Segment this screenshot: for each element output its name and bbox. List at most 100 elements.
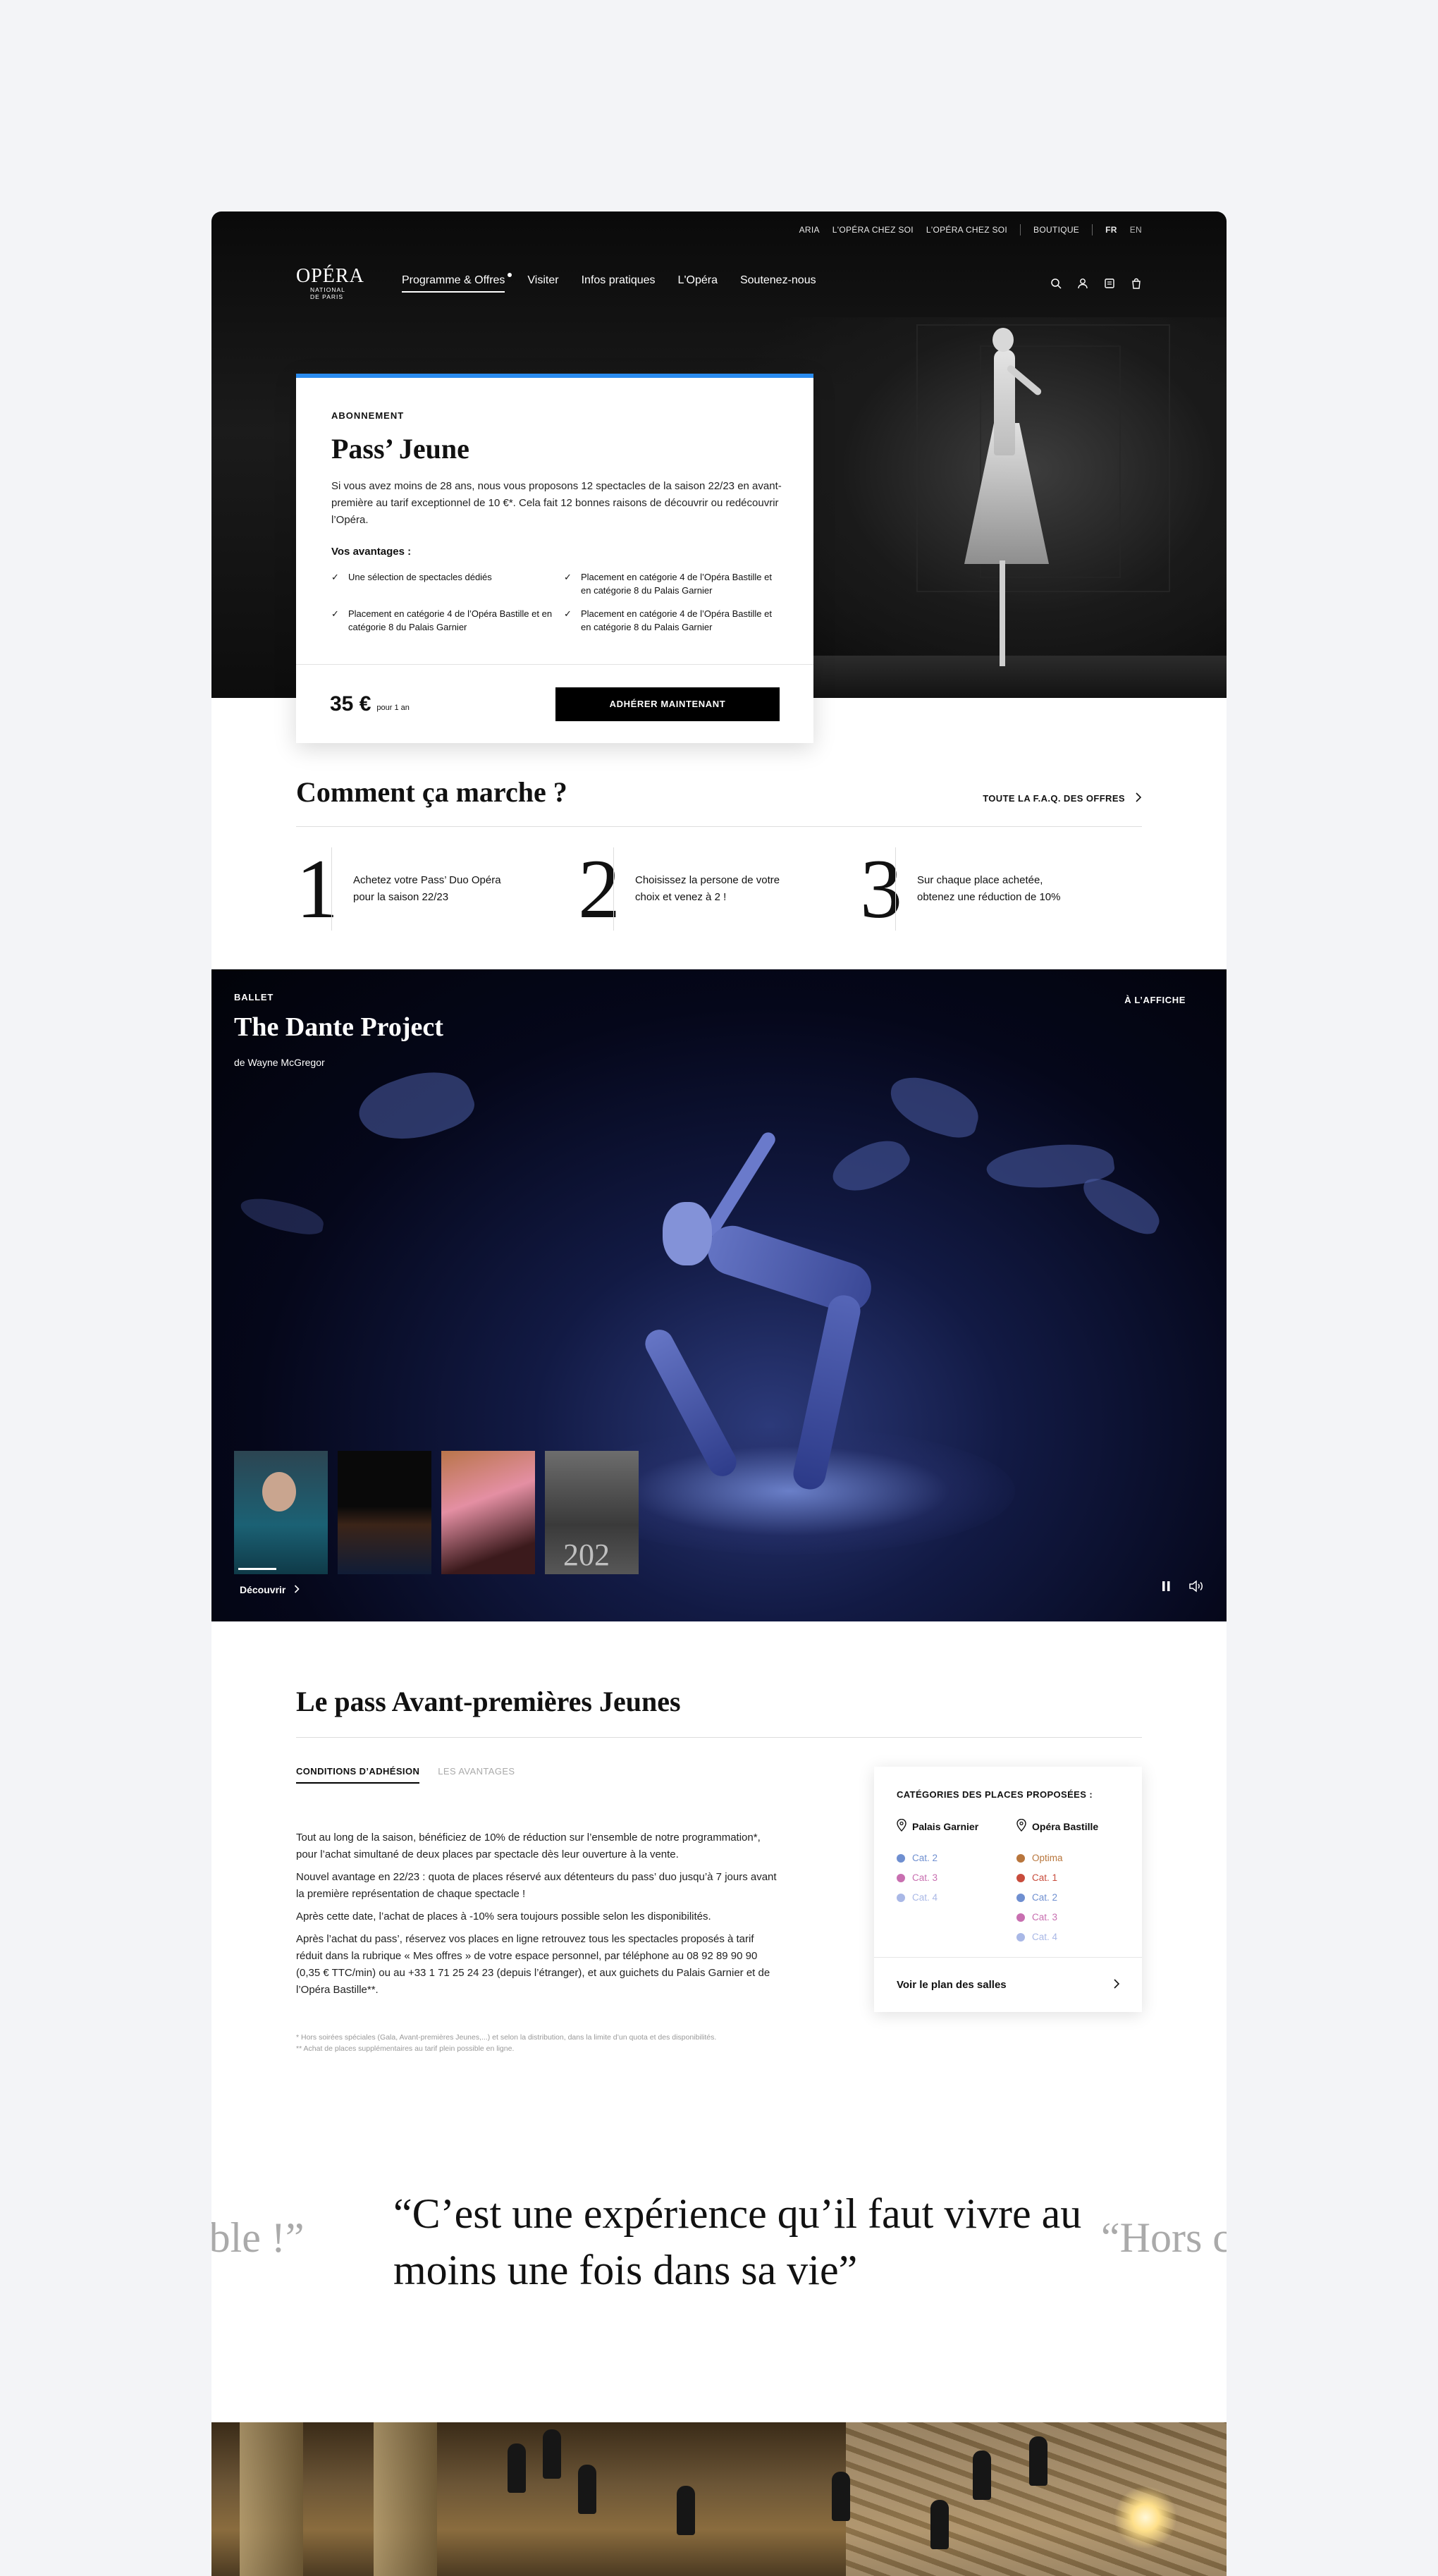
faq-link[interactable]: TOUTE LA F.A.Q. DES OFFRES <box>983 792 1142 804</box>
thumbnail-progress <box>238 1568 277 1570</box>
advantage-item: ✓ Placement en catégorie 4 de l’Opéra Ba… <box>564 570 782 597</box>
utility-link-opera-chez-soi-2[interactable]: L'OPÉRA CHEZ SOI <box>926 225 1007 235</box>
utility-divider <box>1092 224 1093 235</box>
avant-premieres-section: Le pass Avant-premières Jeunes CONDITION… <box>296 1685 1142 2053</box>
pause-icon[interactable] <box>1160 1580 1172 1596</box>
conditions-text: Tout au long de la saison, bénéficiez de… <box>296 1829 782 2004</box>
column <box>374 2422 437 2576</box>
step-divider <box>613 847 614 931</box>
venue-opera-bastille: Opéra Bastille <box>1016 1818 1099 1834</box>
category-label: Cat. 1 <box>1032 1872 1058 1883</box>
visitor <box>930 2500 949 2549</box>
ticket-icon[interactable] <box>1104 278 1115 289</box>
opera-logo[interactable]: OPÉRA NATIONAL DE PARIS <box>296 265 369 301</box>
a-l-affiche-badge[interactable]: À L’AFFICHE <box>1124 995 1186 1005</box>
utility-link-boutique[interactable]: BOUTIQUE <box>1033 225 1079 235</box>
check-icon: ✓ <box>564 608 572 619</box>
advantage-text: Une sélection de spectacles dédiés <box>348 572 492 582</box>
category-item: Cat. 4 <box>1016 1927 1063 1947</box>
step-text: Choisissez la persone de votre choix et … <box>635 874 780 903</box>
category-label: Cat. 3 <box>912 1872 938 1883</box>
category-label: Cat. 2 <box>912 1853 938 1863</box>
pass-description: Si vous avez moins de 28 ans, nous vous … <box>331 480 782 526</box>
paragraph: Après cette date, l’achat de places à -1… <box>296 1910 711 1922</box>
advantage-item: ✓ Placement en catégorie 4 de l’Opéra Ba… <box>331 607 564 634</box>
backdrop-shape <box>1075 1171 1167 1240</box>
paragraph: Après l’achat du pass’, réservez vos pla… <box>296 1933 770 1996</box>
utility-link-opera-chez-soi[interactable]: L'OPÉRA CHEZ SOI <box>832 225 914 235</box>
category-list-bastille: Optima Cat. 1 Cat. 2 Cat. 3 Cat. 4 <box>1016 1848 1063 1947</box>
paragraph: Tout au long de la saison, bénéficiez de… <box>296 1832 761 1860</box>
pass-jeune-card: ABONNEMENT Pass’ Jeune Si vous avez moin… <box>296 374 813 743</box>
avant-premieres-title: Le pass Avant-premières Jeunes <box>296 1686 681 1717</box>
nav-programme-offres[interactable]: Programme & Offres <box>402 273 512 293</box>
lang-fr[interactable]: FR <box>1105 225 1117 235</box>
advantage-item: ✓ Placement en catégorie 4 de l’Opéra Ba… <box>564 607 782 634</box>
video-subtitle: de Wayne McGregor <box>234 1057 325 1068</box>
category-label: Cat. 4 <box>1032 1932 1058 1942</box>
chevron-right-icon <box>294 1584 300 1595</box>
video-controls <box>1160 1580 1204 1596</box>
video-thumbnails: 202 <box>234 1451 639 1574</box>
current-quote: “C’est une expérience qu’il faut vivre a… <box>393 2190 1082 2293</box>
volume-icon[interactable] <box>1188 1580 1204 1596</box>
utility-link-aria[interactable]: ARIA <box>799 225 820 235</box>
step-number: 2 <box>578 842 620 936</box>
visitor <box>677 2486 695 2535</box>
step-number: 1 <box>296 842 338 936</box>
video-thumbnail[interactable] <box>338 1451 431 1574</box>
adherer-button[interactable]: ADHÉRER MAINTENANT <box>555 687 780 721</box>
video-thumbnail[interactable] <box>234 1451 328 1574</box>
step-text: Achetez votre Pass’ Duo Opéra pour la sa… <box>353 874 501 903</box>
video-thumbnail[interactable]: 202 <box>545 1451 639 1574</box>
category-item: Cat. 4 <box>897 1888 938 1908</box>
advantage-text: Placement en catégorie 4 de l’Opéra Bast… <box>581 572 772 596</box>
category-item: Optima <box>1016 1848 1063 1868</box>
seating-plan-label: Voir le plan des salles <box>897 1979 1007 1991</box>
backdrop-shape <box>826 1129 915 1205</box>
venue-name: Opéra Bastille <box>1032 1820 1099 1832</box>
seating-plan-link[interactable]: Voir le plan des salles <box>874 1957 1142 2012</box>
location-pin-icon <box>1016 1818 1026 1834</box>
nav-infos-pratiques[interactable]: Infos pratiques <box>582 274 656 293</box>
featured-video[interactable]: BALLET The Dante Project de Wayne McGreg… <box>211 969 1227 1621</box>
nav-soutenez-nous[interactable]: Soutenez-nous <box>740 274 816 293</box>
category-label: Optima <box>1032 1853 1063 1863</box>
nav-l-opera[interactable]: L'Opéra <box>678 274 718 293</box>
pass-title: Pass’ Jeune <box>331 433 469 465</box>
dancer-head <box>993 328 1014 352</box>
account-icon[interactable] <box>1077 278 1088 289</box>
step-text: Sur chaque place achetée, obtenez une ré… <box>917 874 1061 903</box>
nav-icons <box>1050 278 1142 289</box>
search-icon[interactable] <box>1050 278 1062 289</box>
venue-palais-garnier: Palais Garnier <box>897 1818 978 1834</box>
advantage-text: Placement en catégorie 4 de l’Opéra Bast… <box>581 608 772 632</box>
lang-en[interactable]: EN <box>1130 225 1142 235</box>
category-dot <box>897 1854 905 1863</box>
decouvrir-label: Découvrir <box>240 1584 286 1595</box>
nav-visiter[interactable]: Visiter <box>527 274 558 293</box>
backdrop-shape <box>883 1071 985 1143</box>
tabs: CONDITIONS D’ADHÉSION LES AVANTAGES <box>296 1766 515 1784</box>
decouvrir-link[interactable]: Découvrir <box>240 1584 300 1595</box>
video-eyebrow: BALLET <box>234 992 274 1002</box>
visitor <box>832 2472 850 2521</box>
logo-wordmark: OPÉRA <box>296 265 364 287</box>
cart-icon[interactable] <box>1131 278 1142 289</box>
step-item: 2 Choisissez la persone de votre choix e… <box>578 843 860 935</box>
category-list-garnier: Cat. 2 Cat. 3 Cat. 4 <box>897 1848 938 1908</box>
step-divider <box>331 847 332 931</box>
main-nav: OPÉRA NATIONAL DE PARIS Programme & Offr… <box>296 262 1142 305</box>
tab-conditions[interactable]: CONDITIONS D’ADHÉSION <box>296 1766 420 1784</box>
next-quote[interactable]: “Hors c <box>1101 2214 1227 2262</box>
category-dot <box>1016 1874 1025 1882</box>
category-dot <box>1016 1894 1025 1902</box>
page: ARIA L'OPÉRA CHEZ SOI L'OPÉRA CHEZ SOI B… <box>211 211 1227 2576</box>
previous-quote[interactable]: vable !” <box>211 2214 305 2262</box>
video-thumbnail[interactable] <box>441 1451 535 1574</box>
faq-link-label: TOUTE LA F.A.Q. DES OFFRES <box>983 793 1125 804</box>
section-divider <box>296 826 1142 827</box>
category-dot <box>1016 1854 1025 1863</box>
tab-avantages[interactable]: LES AVANTAGES <box>438 1766 515 1784</box>
category-dot <box>1016 1933 1025 1942</box>
